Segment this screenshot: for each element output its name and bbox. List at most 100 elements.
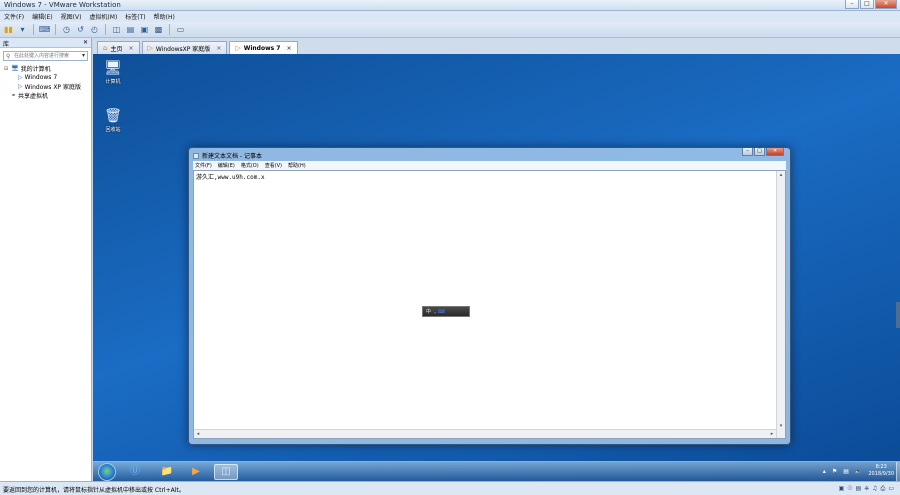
menu-file[interactable]: 文件(F) [4,12,24,21]
window-title: Windows 7 - VMware Workstation [4,1,121,9]
scroll-up-icon[interactable]: ▴ [777,171,785,179]
dropdown-icon[interactable]: ▾ [17,24,28,35]
menu-edit[interactable]: 编辑(E) [32,12,52,21]
guest-desktop[interactable]: 🖥 计算机 🗑 回收站 新建文本文档 - 记事本 – □ ✕ 文件(F) 编辑(… [93,54,900,481]
maximize-button[interactable]: □ [860,0,874,9]
printer-icon[interactable]: ⎙ [881,485,886,493]
network-adapter-icon[interactable]: ▤ [856,485,862,493]
unity-icon[interactable]: ▩ [153,24,164,35]
scroll-left-icon[interactable]: ◂ [194,430,202,438]
notepad-maximize-button[interactable]: □ [754,148,765,156]
notepad-content[interactable]: 游久汇,www.u9h.com.x [196,172,265,181]
tab-windows-xp[interactable]: ▷ WindowsXP 家庭版 × [141,41,228,54]
thumbnail-view-icon[interactable]: ▤ [125,24,136,35]
network-icon[interactable]: ▤ [843,468,849,475]
library-header: 库 ✕ [0,38,91,48]
revert-snapshot-icon[interactable]: ↺ [75,24,86,35]
notepad-menu-bar: 文件(F) 编辑(E) 格式(O) 查看(V) 帮助(H) [193,161,786,170]
chevron-down-icon[interactable]: ▾ [82,52,85,59]
notepad-menu-format[interactable]: 格式(O) [241,162,259,169]
computer-icon: 🖥 [104,60,122,76]
menu-tabs[interactable]: 标签(T) [125,12,145,21]
menu-vm[interactable]: 虚拟机(M) [89,12,117,21]
ime-toolbar[interactable]: 中 ᐧ, ⌨ [422,306,470,317]
notepad-menu-edit[interactable]: 编辑(E) [218,162,235,169]
desktop-icon-recycle-bin[interactable]: 🗑 回收站 [100,108,126,133]
library-panel: 库 ✕ ⚲ ▾ ⊟ 🖥 我的计算机 ▷ Windows 7 ▷ Windows … [0,38,92,481]
tree-item-label: Windows 7 [24,74,58,81]
explorer-icon[interactable]: 📁 [155,464,179,480]
sound-icon[interactable]: ♫ [872,485,877,493]
vertical-scrollbar[interactable]: ▴ ▾ [776,171,785,438]
media-player-icon[interactable]: ▶ [184,464,208,480]
show-hidden-icon[interactable]: ▴ [823,468,826,475]
cd-icon[interactable]: ☉ [847,485,852,493]
send-keys-icon[interactable]: ⌨ [39,24,51,35]
close-button[interactable]: ✕ [875,0,897,9]
flag-icon[interactable]: ⚑ [832,468,837,475]
full-screen-icon[interactable]: ▣ [139,24,150,35]
notepad-menu-view[interactable]: 查看(V) [265,162,282,169]
window-controls: – □ ✕ [845,0,897,10]
snapshot-icon[interactable]: ◷ [61,24,72,35]
horizontal-scrollbar[interactable]: ◂ ▸ [194,429,776,438]
desktop-icon-label: 计算机 [105,79,121,85]
tab-close-icon[interactable]: × [286,45,291,52]
ime-mode-label[interactable]: 中 [426,308,431,315]
show-desktop-button[interactable] [896,462,900,481]
ime-punct-label[interactable]: ᐧ, [433,309,436,315]
notepad-title: 新建文本文档 - 记事本 [202,153,262,160]
tab-label: 主页 [110,45,123,53]
status-bar: 要返回到您的计算机，请将鼠标指针从虚拟机中移出或按 Ctrl+Alt。 ▣ ☉ … [0,481,900,495]
tree-item-label: 共享虚拟机 [18,93,49,100]
clock-time: 8:23 [875,464,887,470]
device-icons: ▣ ☉ ▤ ⎈ ♫ ⎙ ▭ [839,485,894,493]
vm-icon: ▷ [235,44,241,52]
scroll-down-icon[interactable]: ▾ [777,422,785,430]
library-search: ⚲ ▾ [3,51,88,61]
notepad-window-controls: – □ ✕ [742,148,784,156]
menu-view[interactable]: 视图(V) [61,12,82,21]
side-panel-handle[interactable] [896,302,900,328]
toolbar-separator [169,24,170,35]
scroll-right-icon[interactable]: ▸ [768,430,776,438]
tab-close-icon[interactable]: × [216,45,221,52]
vmware-tools-icon[interactable]: ◫ [214,464,238,480]
tab-label: Windows 7 [243,44,281,52]
tab-close-icon[interactable]: × [128,45,133,52]
ie-icon[interactable]: Ⓤ [123,464,147,480]
notepad-text-area[interactable]: 游久汇,www.u9h.com.x ▴ ▾ ◂ ▸ [193,170,786,439]
clock[interactable]: 8:23 2018/9/30 [868,464,894,478]
keyboard-icon[interactable]: ⌨ [438,309,445,315]
menu-help[interactable]: 帮助(H) [154,12,175,21]
tree-item-my-computer[interactable]: ⊟ 🖥 我的计算机 [4,64,91,73]
collapse-icon[interactable]: ⊟ [4,66,9,72]
notepad-close-button[interactable]: ✕ [766,148,784,156]
library-search-input[interactable] [14,52,80,60]
minimize-button[interactable]: – [845,0,859,9]
start-button[interactable] [98,463,116,481]
display-icon[interactable]: ▭ [888,485,894,493]
power-icon[interactable]: ▮▮ [3,24,14,35]
tree-item-windows-xp[interactable]: ▷ Windows XP 家庭版 [4,82,91,91]
notepad-window: 新建文本文档 - 记事本 – □ ✕ 文件(F) 编辑(E) 格式(O) 查看(… [188,147,791,445]
sidebar-view-icon[interactable]: ◫ [111,24,122,35]
usb-icon[interactable]: ⎈ [864,485,869,493]
notepad-menu-help[interactable]: 帮助(H) [288,162,306,169]
tree-item-shared-vms[interactable]: ⚭ 共享虚拟机 [4,91,91,100]
desktop-icon-label: 回收站 [105,127,121,133]
library-tree: ⊟ 🖥 我的计算机 ▷ Windows 7 ▷ Windows XP 家庭版 ⚭… [0,64,91,100]
notepad-menu-file[interactable]: 文件(F) [195,162,212,169]
volume-icon[interactable]: 🔈 [855,468,862,475]
vm-icon: ▷ [18,74,23,81]
tree-item-windows-7[interactable]: ▷ Windows 7 [4,73,91,82]
status-message: 要返回到您的计算机，请将鼠标指针从虚拟机中移出或按 Ctrl+Alt。 [3,487,185,494]
console-view-icon[interactable]: ▭ [175,24,186,35]
notepad-minimize-button[interactable]: – [742,148,753,156]
snapshot-manager-icon[interactable]: ◴ [89,24,100,35]
tab-home[interactable]: ⌂ 主页 × [97,41,140,54]
library-close-icon[interactable]: ✕ [83,39,88,46]
hdd-icon[interactable]: ▣ [839,485,845,493]
desktop-icon-computer[interactable]: 🖥 计算机 [100,60,126,85]
tab-windows-7[interactable]: ▷ Windows 7 × [229,41,298,54]
